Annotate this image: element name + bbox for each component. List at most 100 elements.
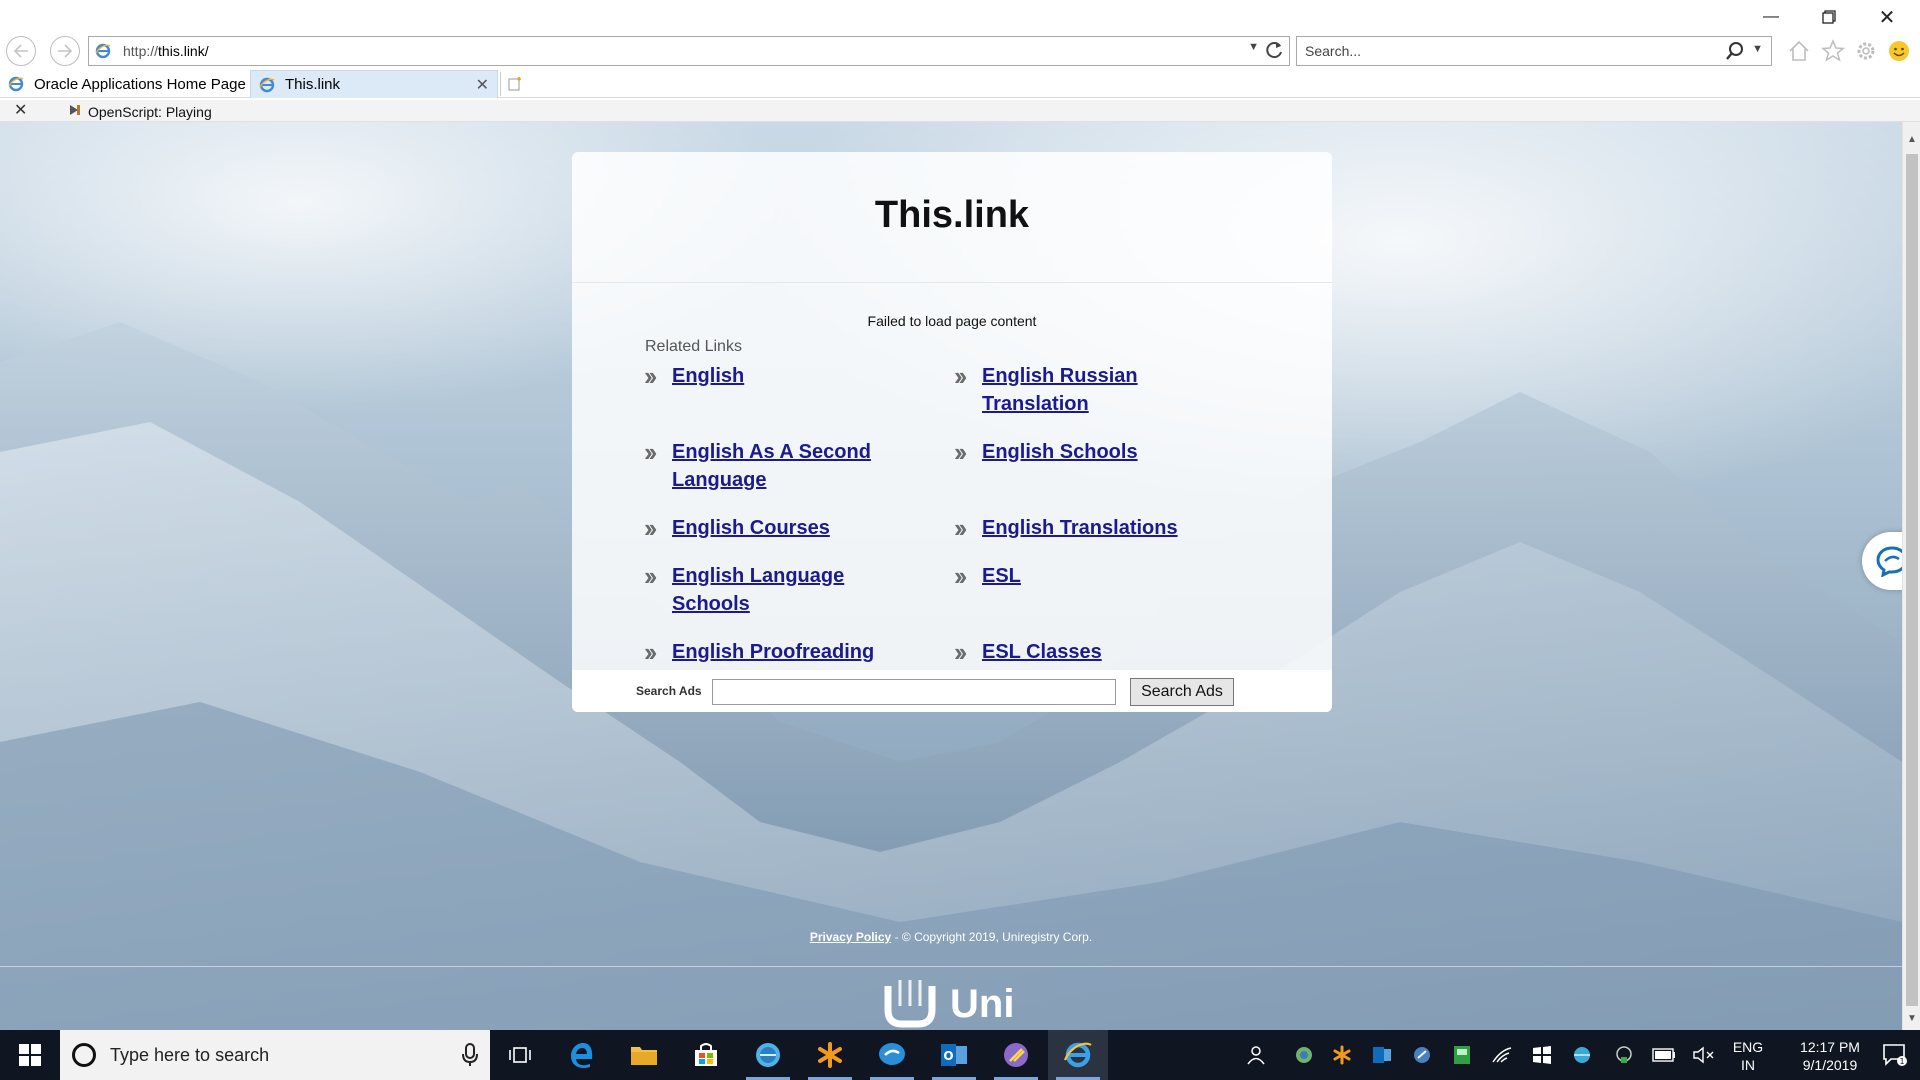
copyright-text: - © Copyright 2019, Uniregistry Corp. [891, 930, 1093, 944]
link-english-russian-translation[interactable]: English Russian Translation [982, 362, 1138, 418]
privacy-policy-link[interactable]: Privacy Policy [810, 930, 891, 944]
new-tab-button[interactable] [500, 72, 528, 96]
parking-card: This.link Failed to load page content Re… [572, 152, 1332, 712]
internet-explorer-icon[interactable] [1048, 1030, 1108, 1080]
related-link-item: ›› ESL Classes [954, 638, 1204, 666]
page-footer: Privacy Policy - © Copyright 2019, Unire… [0, 930, 1902, 944]
favorites-star-icon[interactable] [1820, 38, 1846, 64]
close-window-button[interactable]: ✕ [1864, 0, 1910, 34]
chevron-double-icon: ›› [644, 437, 657, 467]
related-links-header: Related Links [645, 338, 742, 355]
settings-gear-icon[interactable] [1853, 38, 1879, 64]
outlook-icon[interactable]: O [924, 1030, 984, 1080]
start-button[interactable] [0, 1030, 60, 1080]
chevron-double-icon: ›› [644, 561, 657, 591]
search-dropdown-icon[interactable]: ▼ [1752, 43, 1763, 55]
taskbar-search-box[interactable]: Type here to search [60, 1030, 490, 1080]
chevron-double-icon: ›› [954, 637, 967, 667]
refresh-icon[interactable] [1263, 39, 1285, 61]
related-link-item: ›› English Schools [954, 438, 1204, 466]
close-tab-icon[interactable]: ✕ [476, 75, 489, 95]
task-view-icon[interactable] [490, 1030, 550, 1080]
tray-network-icon[interactable] [1606, 1030, 1642, 1080]
tab-bar: Oracle Applications Home Page This.link … [0, 68, 1920, 98]
link-english-schools[interactable]: English Schools [982, 438, 1138, 466]
notification-count: 1 [1899, 1057, 1904, 1066]
tab-this-link[interactable]: This.link ✕ [250, 70, 498, 98]
file-explorer-icon[interactable] [614, 1030, 674, 1080]
tray-green-app-icon[interactable] [1444, 1030, 1480, 1080]
microphone-icon[interactable] [462, 1043, 478, 1067]
url-dropdown-icon[interactable]: ▼ [1248, 41, 1259, 53]
search-ads-label: Search Ads [636, 684, 702, 698]
vertical-scrollbar[interactable]: ▲ ▼ [1902, 122, 1920, 1030]
search-placeholder: Search... [1305, 43, 1362, 59]
forward-button[interactable] [50, 36, 80, 66]
related-link-item: ›› English [644, 362, 894, 390]
chevron-double-icon: ›› [644, 637, 657, 667]
chevron-double-icon: ›› [954, 361, 967, 391]
volume-muted-icon[interactable] [1686, 1030, 1722, 1080]
uniregistry-logo: Uni [882, 980, 1014, 1028]
ie-tab-icon [259, 77, 275, 93]
chevron-double-icon: ›› [954, 561, 967, 591]
openscript-status: OpenScript: Playing [88, 104, 212, 120]
page-viewport: This.link Failed to load page content Re… [0, 122, 1902, 1030]
scroll-up-icon[interactable]: ▲ [1907, 134, 1917, 145]
restore-button[interactable] [1806, 0, 1852, 34]
battery-icon[interactable] [1646, 1030, 1682, 1080]
language-code: ENG [1732, 1039, 1764, 1055]
region-code: IN [1741, 1057, 1755, 1073]
tray-update-icon[interactable] [1404, 1030, 1440, 1080]
ie-tab-icon [8, 76, 24, 92]
tab-label: This.link [285, 76, 341, 93]
restore-icon [1822, 10, 1836, 24]
link-english-language-schools[interactable]: English Language Schools [672, 562, 844, 618]
input-language[interactable]: ENG IN [1726, 1038, 1770, 1074]
windows-logo-icon [19, 1044, 41, 1066]
url-text: http://this.link/ [123, 43, 209, 59]
app-feather-icon[interactable] [986, 1030, 1046, 1080]
tray-outlook-icon[interactable] [1364, 1030, 1400, 1080]
security-shield-icon[interactable] [1524, 1030, 1560, 1080]
link-english-courses[interactable]: English Courses [672, 514, 830, 542]
link-english-proofreading[interactable]: English Proofreading [672, 638, 874, 666]
back-button[interactable] [6, 36, 36, 66]
tab-oracle-home[interactable]: Oracle Applications Home Page [0, 70, 250, 98]
store-icon[interactable] [676, 1030, 736, 1080]
tray-asterisk-icon[interactable] [1324, 1030, 1360, 1080]
app-asterisk-icon[interactable] [800, 1030, 860, 1080]
search-icon[interactable] [1725, 41, 1745, 61]
search-ads-button[interactable]: Search Ads [1130, 678, 1234, 706]
back-arrow-icon [13, 44, 28, 58]
address-bar[interactable]: http://this.link/ ▼ [88, 36, 1290, 66]
chevron-double-icon: ›› [954, 513, 967, 543]
link-esl[interactable]: ESL [982, 562, 1021, 590]
taskbar-clock[interactable]: 12:17 PM 9/1/2019 [1780, 1038, 1880, 1074]
tab-label: Oracle Applications Home Page [34, 75, 246, 93]
app-chat-icon[interactable] [862, 1030, 922, 1080]
edge-icon[interactable] [552, 1030, 612, 1080]
scrollbar-thumb[interactable] [1906, 154, 1918, 1006]
link-english-as-second-language[interactable]: English As A Second Language [672, 438, 871, 494]
related-link-item: ›› English Russian Translation [954, 362, 1204, 418]
link-esl-classes[interactable]: ESL Classes [982, 638, 1102, 666]
browser-search-box[interactable]: Search... ▼ [1296, 36, 1772, 66]
svg-text:O: O [943, 1049, 953, 1063]
scroll-down-icon[interactable]: ▼ [1907, 1013, 1917, 1024]
action-center-button[interactable]: 1 [1870, 1030, 1920, 1080]
link-english-translations[interactable]: English Translations [982, 514, 1178, 542]
search-ads-input[interactable] [712, 679, 1116, 705]
close-bar-icon[interactable]: ✕ [14, 100, 27, 120]
openscript-bar: ✕ OpenScript: Playing [0, 100, 1920, 122]
people-icon[interactable] [1238, 1030, 1274, 1080]
home-icon[interactable] [1786, 38, 1812, 64]
tray-app-icon[interactable] [1286, 1030, 1322, 1080]
feedback-smiley-icon[interactable] [1886, 38, 1912, 64]
app-globe-icon[interactable] [738, 1030, 798, 1080]
wifi-icon[interactable] [1484, 1030, 1520, 1080]
related-link-item: ›› English Language Schools [644, 562, 894, 618]
tray-globe-icon[interactable] [1564, 1030, 1600, 1080]
minimize-button[interactable]: — [1748, 0, 1794, 34]
link-english[interactable]: English [672, 362, 744, 390]
